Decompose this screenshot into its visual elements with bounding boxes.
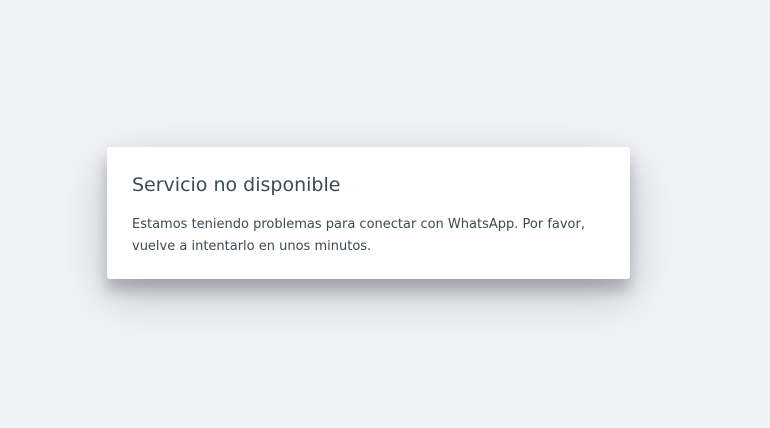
dialog-message: Estamos teniendo problemas para conectar… xyxy=(132,217,585,254)
dialog-title: Servicio no disponible xyxy=(132,174,341,196)
service-unavailable-dialog: Servicio no disponible Estamos teniendo … xyxy=(107,147,630,279)
app-background: Servicio no disponible Estamos teniendo … xyxy=(0,0,770,428)
